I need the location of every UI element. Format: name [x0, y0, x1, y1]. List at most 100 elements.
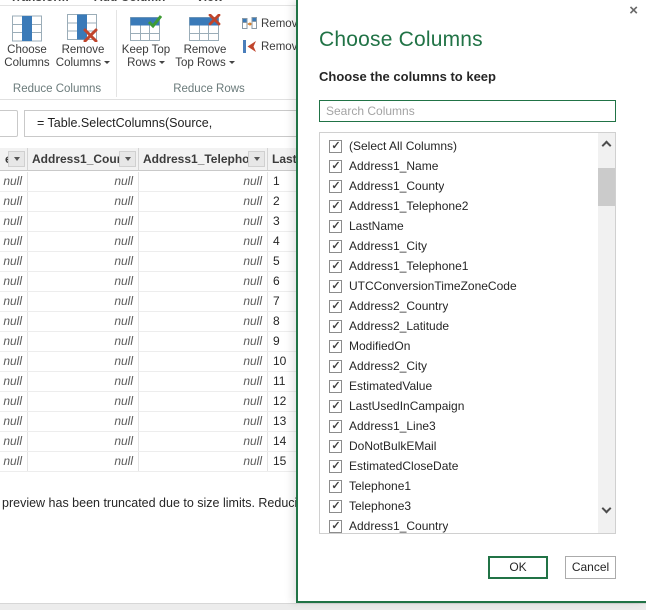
scroll-down-button[interactable] [598, 501, 615, 519]
column-list-item[interactable]: ✓Address1_Line3 [320, 416, 598, 436]
cell-null-value[interactable]: null [139, 292, 268, 311]
remove-top-rows-button[interactable]: Remove Top Rows [174, 12, 236, 70]
choose-columns-button[interactable]: Choose Columns [2, 12, 52, 70]
cell-null-value[interactable]: null [0, 292, 28, 311]
column-list-item[interactable]: ✓Address1_City [320, 236, 598, 256]
cell-null-value[interactable]: null [28, 352, 139, 371]
remove-columns-button[interactable]: Remove Columns [54, 12, 112, 70]
cell-null-value[interactable]: null [0, 232, 28, 251]
cell-null-value[interactable]: null [0, 392, 28, 411]
cell-null-value[interactable]: null [0, 332, 28, 351]
checkbox[interactable]: ✓ [329, 520, 342, 533]
checkbox[interactable]: ✓ [329, 460, 342, 473]
column-header-address1-telephone2[interactable]: Address1_Telephone2 [139, 148, 268, 170]
cell-null-value[interactable]: null [139, 332, 268, 351]
cancel-button[interactable]: Cancel [565, 556, 616, 579]
column-header-address1-county[interactable]: Address1_County [28, 148, 139, 170]
column-list-item[interactable]: ✓Address1_County [320, 176, 598, 196]
cell-null-value[interactable]: null [28, 412, 139, 431]
cell-null-value[interactable]: null [139, 212, 268, 231]
column-list-item[interactable]: ✓Telephone1 [320, 476, 598, 496]
scroll-up-button[interactable] [598, 135, 615, 153]
cell-null-value[interactable]: null [0, 452, 28, 471]
cell-null-value[interactable]: null [28, 332, 139, 351]
column-list-item[interactable]: ✓ModifiedOn [320, 336, 598, 356]
column-header-partial[interactable]: e [0, 148, 28, 170]
column-list-item[interactable]: ✓Address1_Name [320, 156, 598, 176]
cell-null-value[interactable]: null [139, 172, 268, 191]
column-list-item[interactable]: ✓Address1_Telephone1 [320, 256, 598, 276]
cell-null-value[interactable]: null [28, 172, 139, 191]
cell-null-value[interactable]: null [0, 212, 28, 231]
cell-null-value[interactable]: null [139, 372, 268, 391]
column-list-item[interactable]: ✓Telephone3 [320, 496, 598, 516]
cell-null-value[interactable]: null [139, 272, 268, 291]
filter-button[interactable] [8, 151, 25, 167]
checkbox[interactable]: ✓ [329, 480, 342, 493]
checkbox[interactable]: ✓ [329, 320, 342, 333]
column-list-item[interactable]: ✓EstimatedValue [320, 376, 598, 396]
cell-null-value[interactable]: null [28, 292, 139, 311]
scrollbar-thumb[interactable] [598, 168, 615, 206]
checkbox[interactable]: ✓ [329, 400, 342, 413]
close-icon[interactable]: × [629, 2, 638, 20]
checkbox[interactable]: ✓ [329, 500, 342, 513]
search-columns-input[interactable] [319, 100, 616, 122]
cell-null-value[interactable]: null [0, 172, 28, 191]
filter-button[interactable] [119, 151, 136, 167]
ok-button[interactable]: OK [488, 556, 548, 579]
cell-null-value[interactable]: null [139, 452, 268, 471]
checkbox[interactable]: ✓ [329, 280, 342, 293]
column-list-item[interactable]: ✓Address1_Country [320, 516, 598, 534]
column-list-item[interactable]: ✓LastUsedInCampaign [320, 396, 598, 416]
cell-null-value[interactable]: null [28, 252, 139, 271]
cell-null-value[interactable]: null [0, 192, 28, 211]
checkbox[interactable]: ✓ [329, 180, 342, 193]
tab-view[interactable]: View [196, 0, 223, 4]
cell-null-value[interactable]: null [28, 272, 139, 291]
cell-null-value[interactable]: null [28, 392, 139, 411]
column-list-item[interactable]: ✓EstimatedCloseDate [320, 456, 598, 476]
cell-null-value[interactable]: null [28, 312, 139, 331]
cell-null-value[interactable]: null [28, 212, 139, 231]
checkbox[interactable]: ✓ [329, 360, 342, 373]
cell-null-value[interactable]: null [28, 372, 139, 391]
checkbox[interactable]: ✓ [329, 220, 342, 233]
checkbox[interactable]: ✓ [329, 200, 342, 213]
checkbox[interactable]: ✓ [329, 260, 342, 273]
checkbox[interactable]: ✓ [329, 300, 342, 313]
cell-null-value[interactable]: null [0, 372, 28, 391]
cell-null-value[interactable]: null [0, 252, 28, 271]
cell-null-value[interactable]: null [0, 432, 28, 451]
keep-top-rows-button[interactable]: Keep Top Rows [120, 12, 172, 70]
checkbox[interactable]: ✓ [329, 380, 342, 393]
checkbox[interactable]: ✓ [329, 160, 342, 173]
column-list-item[interactable]: ✓(Select All Columns) [320, 136, 598, 156]
cell-null-value[interactable]: null [139, 312, 268, 331]
column-list-item[interactable]: ✓UTCConversionTimeZoneCode [320, 276, 598, 296]
cell-null-value[interactable]: null [139, 252, 268, 271]
cell-null-value[interactable]: null [139, 432, 268, 451]
column-list-item[interactable]: ✓Address2_Latitude [320, 316, 598, 336]
cell-null-value[interactable]: null [28, 192, 139, 211]
cell-null-value[interactable]: null [0, 312, 28, 331]
column-list-item[interactable]: ✓Address1_Telephone2 [320, 196, 598, 216]
cell-null-value[interactable]: null [0, 412, 28, 431]
checkbox[interactable]: ✓ [329, 140, 342, 153]
cell-null-value[interactable]: null [139, 232, 268, 251]
cell-null-value[interactable]: null [139, 392, 268, 411]
column-list-item[interactable]: ✓LastName [320, 216, 598, 236]
checkbox[interactable]: ✓ [329, 340, 342, 353]
column-list-item[interactable]: ✓Address2_Country [320, 296, 598, 316]
cell-null-value[interactable]: null [139, 192, 268, 211]
filter-button[interactable] [248, 151, 265, 167]
tab-transform[interactable]: Transform [10, 0, 69, 4]
checkbox[interactable]: ✓ [329, 440, 342, 453]
cell-null-value[interactable]: null [139, 352, 268, 371]
cell-null-value[interactable]: null [28, 232, 139, 251]
cell-null-value[interactable]: null [0, 272, 28, 291]
scrollbar[interactable] [598, 133, 615, 533]
column-list-item[interactable]: ✓Address2_City [320, 356, 598, 376]
checkbox[interactable]: ✓ [329, 240, 342, 253]
tab-add-column[interactable]: Add Column [94, 0, 165, 4]
